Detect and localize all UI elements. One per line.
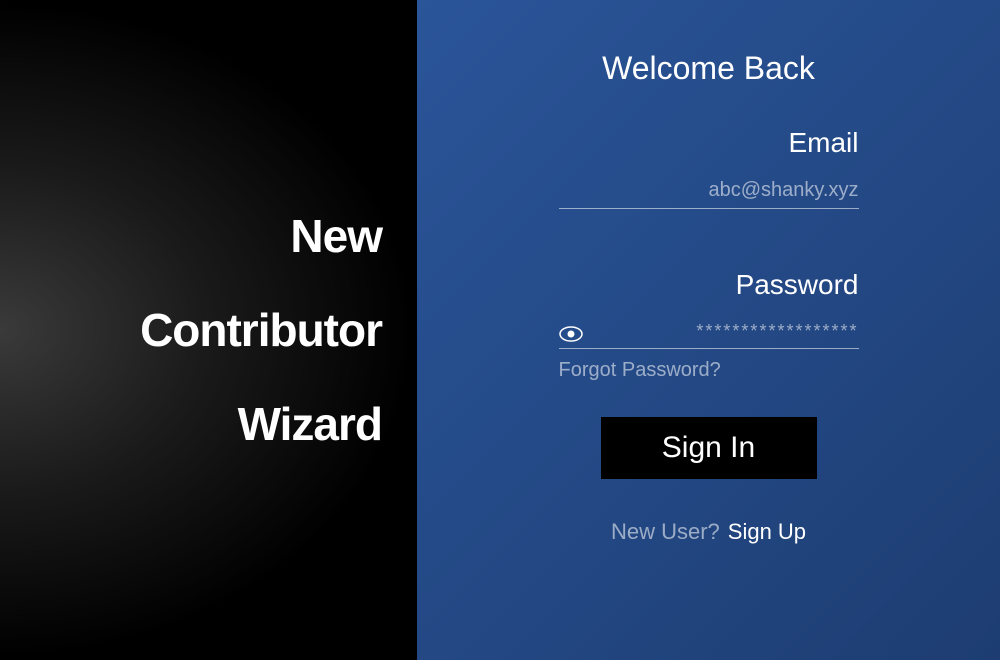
brand-line-1: New (290, 213, 382, 259)
brand-line-2: Contributor (140, 307, 382, 353)
forgot-password-link[interactable]: Forgot Password? (559, 359, 721, 381)
brand-panel: New Contributor Wizard (0, 0, 417, 660)
signin-button[interactable]: Sign In (601, 417, 817, 479)
password-section: Password Forgot Password? (559, 269, 859, 382)
email-input-row (559, 179, 859, 209)
brand-line-3: Wizard (238, 401, 382, 447)
signup-row: New User? Sign Up (611, 519, 806, 545)
password-input[interactable] (598, 321, 859, 342)
signup-prefix: New User? (611, 519, 720, 545)
email-input[interactable] (559, 179, 859, 202)
email-label: Email (559, 127, 859, 159)
eye-icon[interactable] (559, 325, 583, 343)
login-form: Email Password Forgot Password? (559, 127, 859, 382)
signup-link[interactable]: Sign Up (728, 519, 806, 545)
welcome-heading: Welcome Back (602, 50, 815, 87)
password-label: Password (559, 269, 859, 301)
password-input-row (559, 321, 859, 349)
login-panel: Welcome Back Email Password Forgot Passw… (417, 0, 1000, 660)
